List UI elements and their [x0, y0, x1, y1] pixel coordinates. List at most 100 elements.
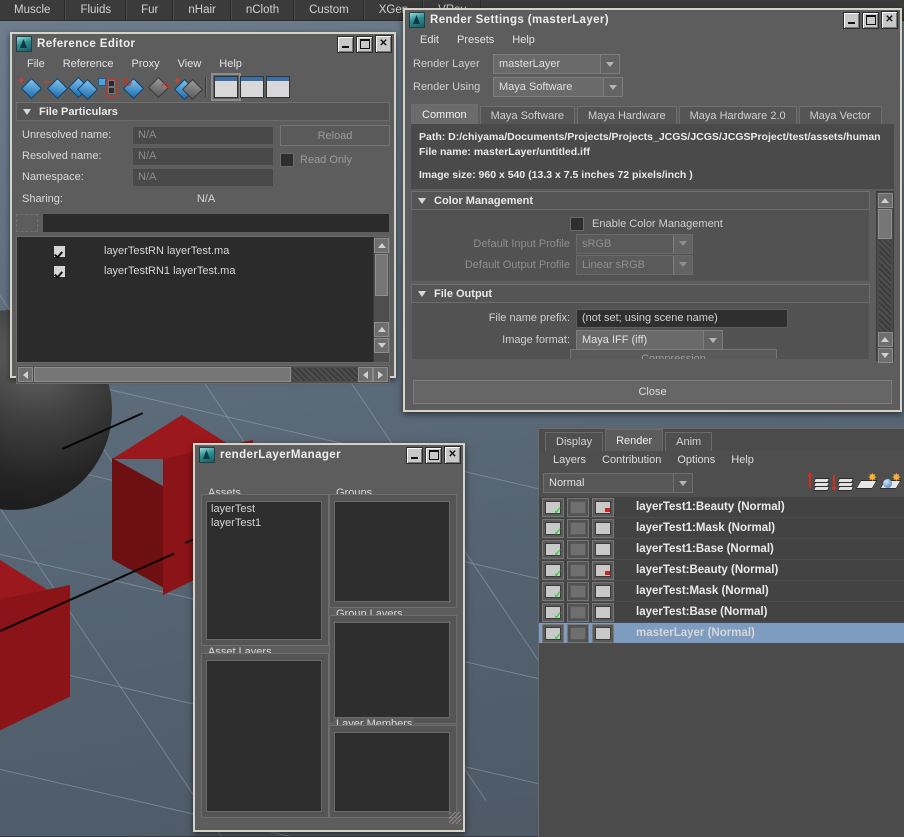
render-settings-vscrollbar[interactable] [876, 191, 894, 363]
chevron-down-icon[interactable] [703, 331, 722, 349]
cube-object2-right[interactable] [0, 585, 70, 740]
menu-item-fluids[interactable]: Fluids [65, 0, 127, 20]
filter-icon[interactable] [16, 214, 38, 232]
compression-button[interactable]: Compression [570, 348, 777, 359]
chevron-down-icon[interactable] [600, 55, 619, 73]
color-management-header[interactable]: Color Management [411, 191, 870, 210]
resize-grip[interactable] [449, 812, 461, 824]
layer-editor-toolbar[interactable]: Normal ✸ ✸ [539, 469, 904, 497]
renderable-toggle-icon[interactable]: ✓ [542, 623, 564, 643]
renderable-toggle-icon[interactable]: ✓ [542, 497, 564, 517]
render-settings-tabs[interactable]: Common Maya Software Maya Hardware Maya … [405, 104, 900, 124]
collapse-triangle-icon[interactable] [418, 197, 426, 204]
maximize-icon[interactable] [862, 11, 879, 29]
tab-maya-hardware-20[interactable]: Maya Hardware 2.0 [678, 106, 797, 124]
scroll-up-button-2[interactable] [374, 322, 389, 337]
unload-reference-icon[interactable]: ↷ [147, 76, 172, 99]
enable-color-management-checkbox[interactable] [570, 216, 584, 231]
reference-editor-window[interactable]: Reference Editor ✕ File Reference Proxy … [10, 32, 396, 384]
menu-help[interactable]: Help [503, 34, 544, 46]
tab-render[interactable]: Render [605, 429, 664, 451]
asset-layers-list[interactable] [206, 660, 322, 812]
new-layer-from-selection-icon[interactable]: ✸ [879, 473, 902, 492]
duplicate-reference-icon[interactable] [67, 76, 99, 101]
menu-item-nhair[interactable]: nHair [173, 0, 231, 20]
vscroll-thumb[interactable] [878, 209, 892, 239]
import-reference-icon[interactable]: + [173, 76, 204, 101]
menu-view[interactable]: View [169, 58, 211, 70]
menu-options[interactable]: Options [669, 454, 723, 466]
chevron-down-icon[interactable] [673, 234, 692, 253]
layer-refresh-icon[interactable] [567, 539, 589, 559]
collapse-triangle-icon[interactable] [418, 290, 426, 297]
tab-common[interactable]: Common [411, 104, 478, 124]
close-button[interactable]: Close [413, 380, 892, 404]
chevron-down-icon[interactable] [673, 474, 693, 492]
scroll-up-button[interactable] [877, 193, 893, 208]
layer-override-icon[interactable] [592, 497, 614, 517]
reference-list-row[interactable]: layerTestRN layerTest.ma [17, 241, 389, 261]
reload-button[interactable]: Reload [280, 125, 390, 146]
reference-row-checkbox[interactable] [53, 244, 66, 258]
blend-mode-select[interactable]: Normal [543, 473, 694, 493]
search-input[interactable] [42, 213, 390, 233]
render-layer-row[interactable]: ✓ layerTest:Base (Normal) [539, 602, 904, 623]
layer-editor-menubar[interactable]: Layers Contribution Options Help [539, 451, 904, 469]
remove-reference-icon[interactable]: – [44, 75, 69, 100]
assets-list[interactable]: layerTest layerTest1 [206, 501, 322, 640]
scroll-left-button-2[interactable] [358, 367, 373, 382]
file-particulars-header[interactable]: File Particulars [16, 102, 390, 121]
maximize-icon[interactable] [356, 35, 373, 53]
render-layer-row[interactable]: ✓ layerTest:Beauty (Normal) [539, 560, 904, 581]
render-settings-window[interactable]: Render Settings (masterLayer) ✕ Edit Pre… [403, 8, 902, 412]
reference-editor-toolbar[interactable]: + – ↻ ↷ + [12, 73, 394, 101]
close-icon[interactable]: ✕ [375, 35, 392, 53]
tab-maya-hardware[interactable]: Maya Hardware [577, 106, 677, 124]
menu-contribution[interactable]: Contribution [594, 454, 669, 466]
minimize-icon[interactable] [843, 11, 860, 29]
collapse-triangle-icon[interactable] [23, 108, 31, 115]
renderable-toggle-icon[interactable]: ✓ [542, 560, 564, 580]
hscroll-track[interactable] [292, 368, 358, 381]
image-format-select[interactable]: Maya IFF (iff) [576, 330, 723, 350]
render-settings-scroll-body[interactable]: Color Management Enable Color Management… [411, 191, 894, 363]
render-layer-select[interactable]: masterLayer [493, 54, 620, 74]
layer-override-icon[interactable] [592, 623, 614, 643]
vscroll-thumb[interactable] [375, 254, 388, 296]
reference-list-row[interactable]: layerTestRN1 layerTest.ma [17, 261, 389, 281]
layer-refresh-icon[interactable] [567, 602, 589, 622]
menu-layers[interactable]: Layers [545, 454, 594, 466]
tab-maya-vector[interactable]: Maya Vector [798, 106, 882, 124]
tab-maya-software[interactable]: Maya Software [479, 106, 575, 124]
render-settings-menubar[interactable]: Edit Presets Help [405, 30, 900, 49]
layer-override-icon[interactable] [592, 560, 614, 580]
layer-members-list[interactable] [334, 732, 450, 812]
hscroll-thumb[interactable] [34, 367, 291, 382]
reference-hierarchy-icon[interactable] [96, 76, 120, 98]
layer-refresh-icon[interactable] [567, 623, 589, 643]
layer-override-icon[interactable] [592, 581, 614, 601]
menu-item-custom[interactable]: Custom [294, 0, 364, 20]
move-layer-up-icon[interactable] [806, 472, 831, 492]
asset-item[interactable]: layerTest1 [207, 516, 321, 530]
menu-help[interactable]: Help [723, 454, 762, 466]
scroll-down-button[interactable] [374, 338, 389, 353]
detail-view-icon[interactable] [240, 76, 264, 98]
resolved-name-field[interactable]: N/A [132, 146, 274, 166]
proxy-view-icon[interactable] [266, 76, 290, 98]
layer-refresh-icon[interactable] [567, 560, 589, 580]
reference-list-hscrollbar[interactable] [16, 365, 390, 384]
layer-override-icon[interactable] [592, 539, 614, 559]
layer-override-icon[interactable] [592, 518, 614, 538]
read-only-checkbox[interactable] [280, 153, 294, 167]
namespace-field[interactable]: N/A [132, 167, 274, 187]
render-layer-list[interactable]: ✓ layerTest1:Beauty (Normal) ✓ layerTest… [539, 497, 904, 644]
renderable-toggle-icon[interactable]: ✓ [542, 518, 564, 538]
scroll-down-button[interactable] [877, 348, 893, 363]
menu-file[interactable]: File [18, 58, 54, 70]
chevron-down-icon[interactable] [673, 255, 692, 274]
scroll-up-button-2[interactable] [877, 332, 893, 347]
reference-editor-menubar[interactable]: File Reference Proxy View Help [12, 54, 394, 73]
renderable-toggle-icon[interactable]: ✓ [542, 539, 564, 559]
renderable-toggle-icon[interactable]: ✓ [542, 602, 564, 622]
